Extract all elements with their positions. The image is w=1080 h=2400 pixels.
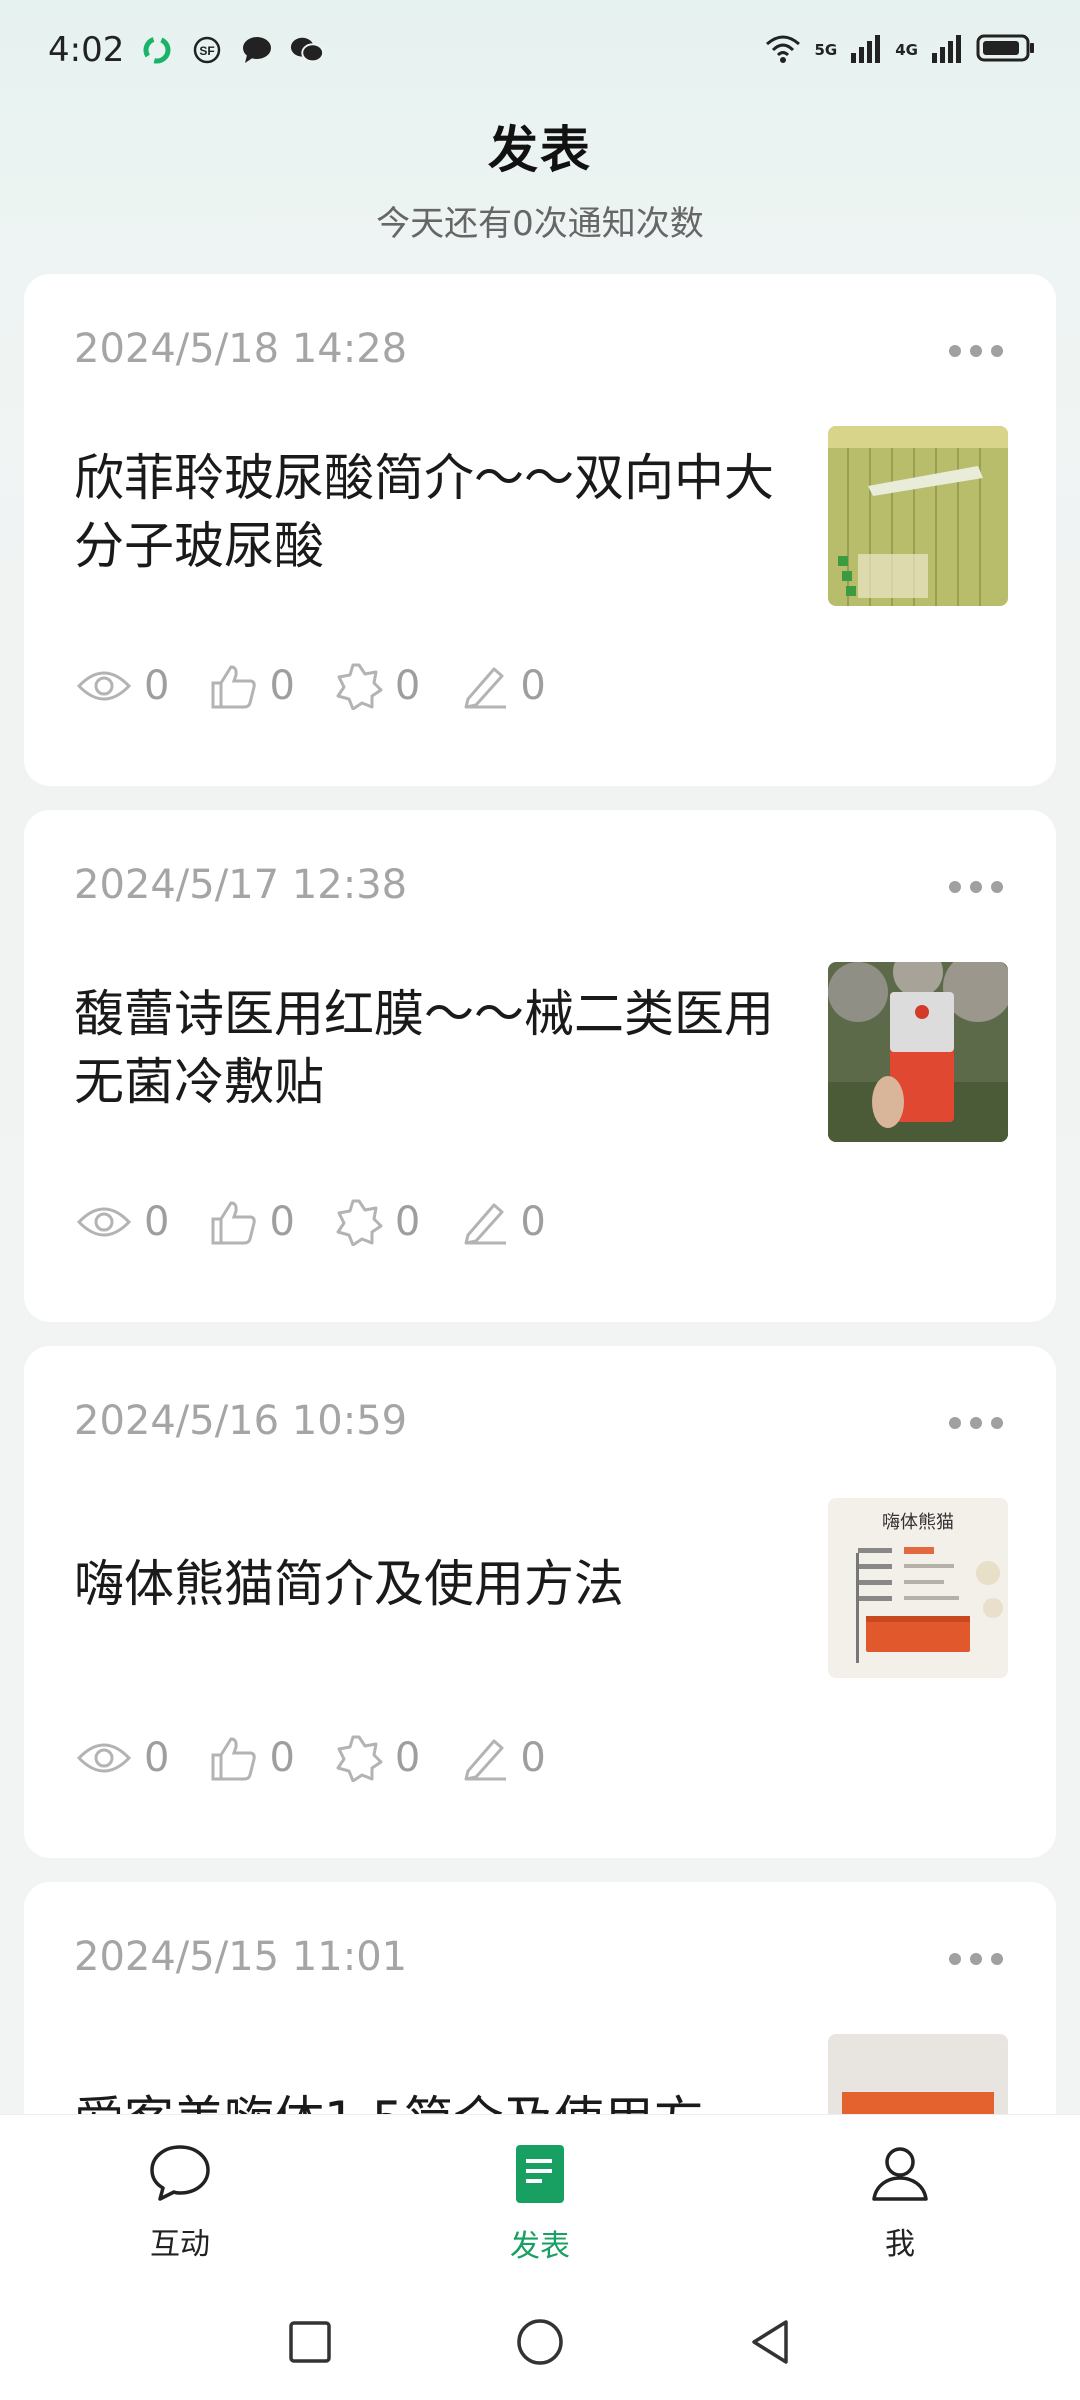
comments-stat[interactable]: 0 bbox=[460, 1735, 546, 1781]
thumbs-up-icon bbox=[209, 1735, 257, 1781]
star-badge-icon bbox=[335, 662, 383, 710]
post-card[interactable]: 2024/5/18 14:28 欣菲聆玻尿酸简介～～双向中大分子玻尿酸 0 0 … bbox=[24, 274, 1056, 786]
eye-icon bbox=[76, 1738, 132, 1778]
post-stats: 0 0 0 0 bbox=[76, 1198, 586, 1246]
system-nav-bar bbox=[0, 2284, 1080, 2400]
back-button[interactable] bbox=[740, 2312, 800, 2372]
post-stats: 0 0 0 0 bbox=[76, 1734, 586, 1782]
post-thumbnail[interactable] bbox=[828, 2034, 1008, 2114]
network-5g-label: 5G bbox=[814, 40, 838, 59]
pencil-icon bbox=[460, 663, 508, 709]
post-title[interactable]: 嗨体熊猫简介及使用方法 bbox=[74, 1516, 794, 1652]
signal-icon bbox=[930, 33, 964, 67]
post-thumbnail[interactable]: 嗨体熊猫 bbox=[828, 1498, 1008, 1678]
shares-count: 0 bbox=[394, 1735, 421, 1781]
views-stat: 0 bbox=[76, 1735, 169, 1781]
post-time: 2024/5/17 12:38 bbox=[74, 862, 408, 908]
post-card[interactable]: 2024/5/16 10:59 嗨体熊猫简介及使用方法 嗨体熊猫 0 0 0 0 bbox=[24, 1346, 1056, 1858]
svg-text:SF: SF bbox=[200, 44, 215, 58]
post-stats: 0 0 0 0 bbox=[76, 662, 586, 710]
post-title[interactable]: 馥蕾诗医用红膜～～械二类医用无菌冷敷贴 bbox=[74, 980, 794, 1116]
chat-bubble-icon bbox=[148, 2143, 212, 2207]
more-options-button[interactable] bbox=[946, 1408, 1006, 1438]
shares-count: 0 bbox=[394, 663, 421, 709]
eye-icon bbox=[76, 1202, 132, 1242]
shares-stat[interactable]: 0 bbox=[335, 1198, 420, 1246]
post-title-text: 馥蕾诗医用红膜～～械二类医用无菌冷敷贴 bbox=[74, 985, 774, 1111]
more-options-button[interactable] bbox=[946, 1944, 1006, 1974]
likes-count: 0 bbox=[269, 1735, 295, 1781]
post-thumbnail[interactable] bbox=[828, 962, 1008, 1142]
post-title-text: 嗨体熊猫简介及使用方法 bbox=[74, 1555, 624, 1613]
likes-stat[interactable]: 0 bbox=[209, 663, 295, 709]
tab-publish[interactable]: 发表 bbox=[360, 2115, 720, 2284]
comments-count: 0 bbox=[520, 1199, 546, 1245]
post-title-text: 爱客美嗨体1.5简介及使用方 bbox=[74, 2086, 704, 2114]
post-card[interactable]: 2024/5/17 12:38 馥蕾诗医用红膜～～械二类医用无菌冷敷贴 0 0 … bbox=[24, 810, 1056, 1322]
post-title-text: 欣菲聆玻尿酸简介～～双向中大分子玻尿酸 bbox=[74, 449, 774, 575]
notification-count-text: 今天还有0次通知次数 bbox=[376, 204, 704, 244]
views-stat: 0 bbox=[76, 663, 169, 709]
shares-count: 0 bbox=[394, 1199, 421, 1245]
eye-icon bbox=[76, 666, 132, 706]
status-left: 4:02 SF bbox=[48, 30, 325, 70]
post-title[interactable]: 爱客美嗨体1.5简介及使用方 bbox=[74, 2052, 794, 2114]
status-right: 5G 4G bbox=[763, 32, 1037, 68]
message-bubble-icon bbox=[240, 33, 274, 67]
battery-icon bbox=[976, 33, 1036, 67]
views-count: 0 bbox=[144, 663, 170, 709]
page-header: 发表 今天还有0次通知次数 bbox=[0, 110, 1080, 245]
tab-publish-label: 发表 bbox=[510, 2229, 570, 2264]
likes-stat[interactable]: 0 bbox=[209, 1199, 295, 1245]
star-badge-icon bbox=[335, 1734, 383, 1782]
post-time: 2024/5/15 11:01 bbox=[74, 1934, 408, 1980]
status-time: 4:02 bbox=[48, 30, 125, 70]
more-options-button[interactable] bbox=[946, 872, 1006, 902]
pencil-icon bbox=[460, 1199, 508, 1245]
signal-icon bbox=[849, 33, 883, 67]
sf-express-icon: SF bbox=[190, 33, 224, 67]
pencil-icon bbox=[460, 1735, 508, 1781]
comments-count: 0 bbox=[520, 1735, 546, 1781]
page-title: 发表 bbox=[488, 121, 592, 179]
post-thumbnail[interactable] bbox=[828, 426, 1008, 606]
recents-button[interactable] bbox=[280, 2312, 340, 2372]
shares-stat[interactable]: 0 bbox=[335, 662, 420, 710]
post-list[interactable]: 2024/5/18 14:28 欣菲聆玻尿酸简介～～双向中大分子玻尿酸 0 0 … bbox=[24, 274, 1056, 2114]
likes-stat[interactable]: 0 bbox=[209, 1735, 295, 1781]
tab-interact-label: 互动 bbox=[150, 2227, 210, 2262]
wifi-icon bbox=[763, 32, 803, 68]
wechat-icon bbox=[290, 33, 325, 67]
network-4g-label: 4G bbox=[895, 40, 918, 59]
person-icon bbox=[870, 2143, 930, 2207]
views-count: 0 bbox=[144, 1735, 170, 1781]
bottom-nav: 互动 发表 我 bbox=[0, 2114, 1080, 2284]
post-title[interactable]: 欣菲聆玻尿酸简介～～双向中大分子玻尿酸 bbox=[74, 444, 794, 580]
tab-me-label: 我 bbox=[885, 2227, 915, 2262]
status-bar: 4:02 SF 5G 4G bbox=[0, 0, 1080, 100]
thumbs-up-icon bbox=[209, 1199, 257, 1245]
star-badge-icon bbox=[335, 1198, 383, 1246]
post-time: 2024/5/18 14:28 bbox=[74, 326, 408, 372]
more-options-button[interactable] bbox=[946, 336, 1006, 366]
tab-me[interactable]: 我 bbox=[720, 2115, 1080, 2284]
thumbnail-heading: 嗨体熊猫 bbox=[882, 1512, 954, 1533]
document-icon bbox=[514, 2143, 566, 2209]
views-stat: 0 bbox=[76, 1199, 169, 1245]
thumbs-up-icon bbox=[209, 663, 257, 709]
app-swirl-icon bbox=[140, 33, 174, 67]
likes-count: 0 bbox=[269, 1199, 295, 1245]
tab-interact[interactable]: 互动 bbox=[0, 2115, 360, 2284]
comments-count: 0 bbox=[520, 663, 546, 709]
likes-count: 0 bbox=[269, 663, 295, 709]
shares-stat[interactable]: 0 bbox=[335, 1734, 420, 1782]
views-count: 0 bbox=[144, 1199, 170, 1245]
comments-stat[interactable]: 0 bbox=[460, 663, 546, 709]
comments-stat[interactable]: 0 bbox=[460, 1199, 546, 1245]
post-time: 2024/5/16 10:59 bbox=[74, 1398, 408, 1444]
post-card[interactable]: 2024/5/15 11:01 爱客美嗨体1.5简介及使用方 bbox=[24, 1882, 1056, 2114]
home-button[interactable] bbox=[510, 2312, 570, 2372]
